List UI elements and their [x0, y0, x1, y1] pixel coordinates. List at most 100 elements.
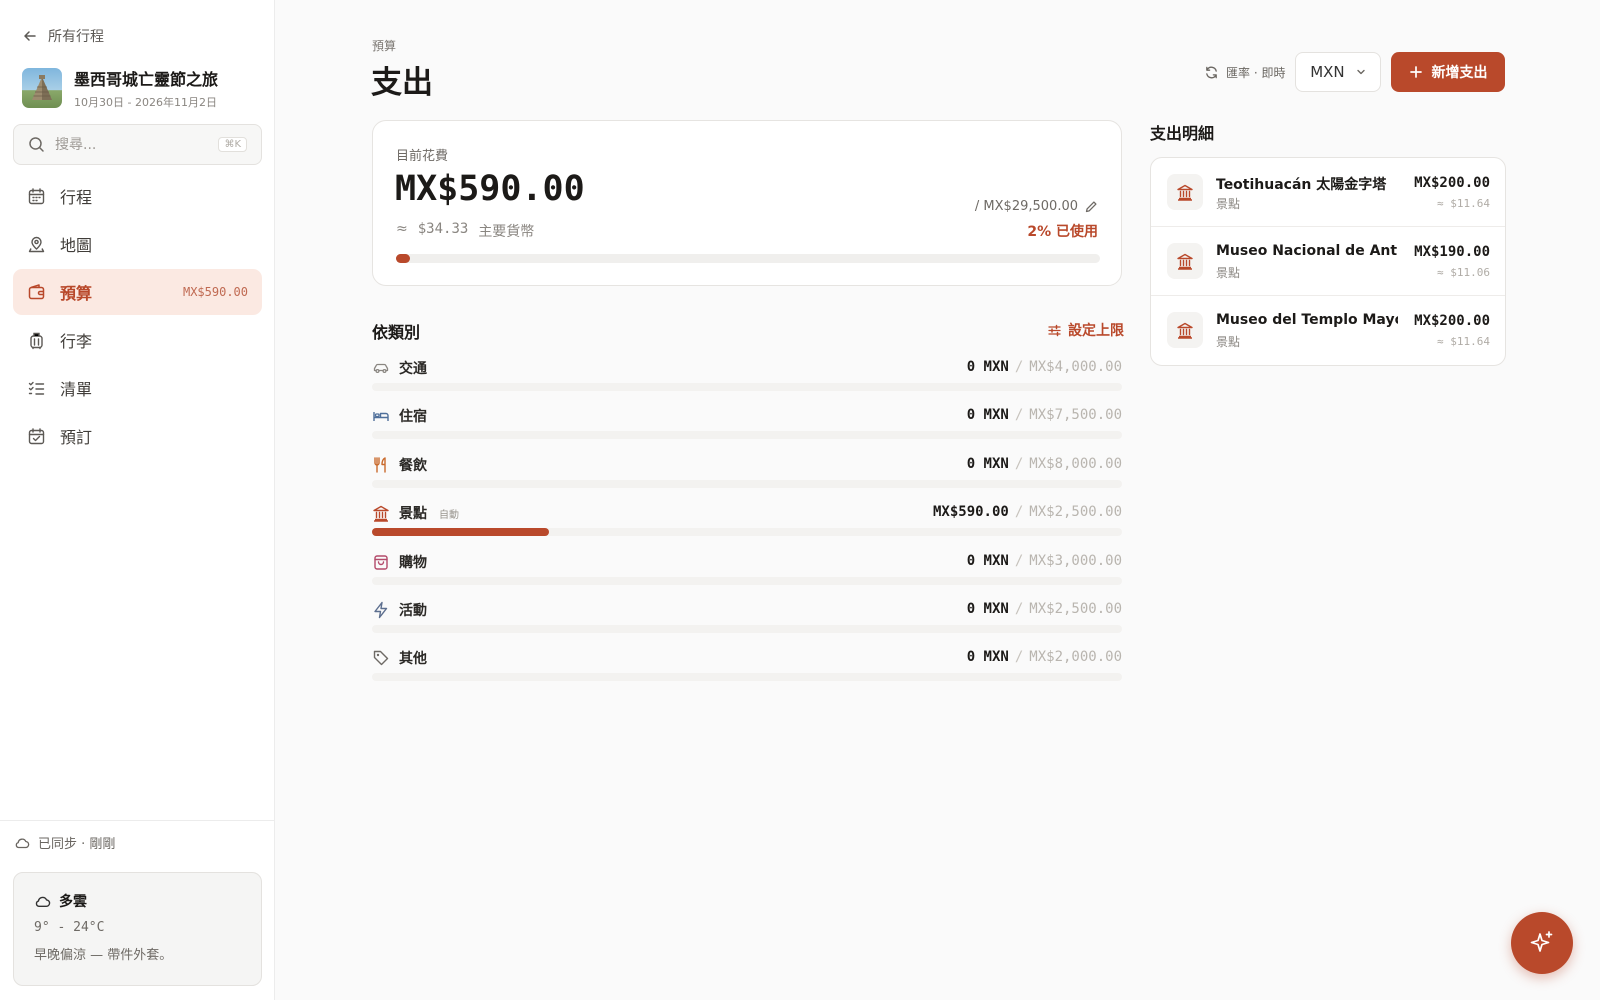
- expense-list: Teotihuacán 太陽金字塔 景點 MX$200.00 ≈ $11.64 …: [1150, 157, 1506, 366]
- category-row-dining[interactable]: 餐飲 0 MXN / MX$8,000.00: [372, 452, 1122, 500]
- checklist-icon: [28, 381, 45, 395]
- categories-heading: 依類別: [372, 323, 421, 342]
- category-spent: 0 MXN: [966, 407, 1009, 424]
- category-progress-track: [372, 528, 1122, 537]
- car-icon: [373, 363, 389, 374]
- add-expense-label: 新增支出: [1431, 65, 1488, 81]
- tag-icon: [373, 651, 389, 666]
- back-to-trips-link[interactable]: 所有行程: [22, 26, 104, 46]
- sidebar-item-label: 行程: [60, 188, 93, 207]
- category-row-other[interactable]: 其他 0 MXN / MX$2,000.00: [372, 645, 1122, 693]
- sparkles-icon: [1530, 931, 1553, 952]
- map-pin-icon: [28, 236, 45, 252]
- expense-converted: ≈ $11.64: [1437, 197, 1490, 210]
- sync-status: 已同步 · 剛剛: [0, 820, 275, 864]
- expense-name: Teotihuacán 太陽金字塔: [1216, 177, 1387, 193]
- category-progress-fill: [372, 528, 549, 537]
- add-expense-button[interactable]: 新增支出: [1391, 52, 1506, 92]
- category-spent: 0 MXN: [966, 600, 1009, 617]
- category-row-lodging[interactable]: 住宿 0 MXN / MX$7,500.00: [372, 403, 1122, 451]
- landmark-icon: [373, 505, 389, 522]
- sync-status-text: 已同步 · 剛剛: [38, 837, 116, 852]
- expense-name: Museo Nacional de Antropología: [1216, 243, 1398, 259]
- category-spent: 0 MXN: [966, 649, 1009, 666]
- back-label: 所有行程: [48, 29, 104, 45]
- expense-amount: MX$200.00: [1414, 175, 1490, 191]
- calendar-check-icon: [28, 427, 45, 444]
- converted-amount: ≈ $34.33 主要貨幣: [396, 221, 534, 241]
- category-limit: MX$2,500.00: [1029, 504, 1122, 521]
- current-spend-label: 目前花費: [396, 149, 449, 164]
- set-limit-button[interactable]: 設定上限: [1047, 320, 1124, 340]
- sliders-icon: [1048, 324, 1061, 336]
- trip-header: 墨西哥城亡靈節之旅 10月30日 - 2026年11月2日: [22, 66, 218, 110]
- refresh-icon: [1206, 66, 1217, 78]
- category-limit: MX$3,000.00: [1029, 552, 1122, 569]
- category-name: 其他: [399, 651, 427, 668]
- expense-item[interactable]: Museo del Templo Mayor 景點 MX$200.00 ≈ $1…: [1151, 296, 1505, 365]
- category-limit: MX$8,000.00: [1029, 455, 1122, 472]
- category-spent: 0 MXN: [966, 359, 1009, 375]
- page-title: 支出: [371, 65, 433, 101]
- bed-icon: [373, 412, 389, 422]
- current-spend-amount: MX$590.00: [395, 169, 585, 209]
- category-name: 購物: [399, 554, 427, 571]
- trip-title: 墨西哥城亡靈節之旅: [74, 70, 219, 89]
- category-limit: MX$2,500.00: [1029, 600, 1122, 617]
- category-name: 景點: [399, 506, 427, 523]
- luggage-icon: [30, 332, 43, 349]
- weather-card: 多雲 9° - 24°C 早晚偏涼 — 帶件外套。: [13, 872, 262, 986]
- sidebar-item-checklist[interactable]: 清單: [13, 365, 262, 411]
- edit-pencil-icon[interactable]: [1084, 200, 1098, 214]
- weather-note: 早晚偏涼 — 帶件外套。: [34, 948, 173, 963]
- sidebar-item-label: 行李: [60, 332, 93, 351]
- auto-tag: 自動: [439, 509, 459, 521]
- spending-summary-card: 目前花費 MX$590.00 ≈ $34.33 主要貨幣 / MX$29,500…: [372, 120, 1122, 286]
- expense-item[interactable]: Museo Nacional de Antropología 景點 MX$190…: [1151, 227, 1505, 296]
- budget-percent-used: 2% 已使用: [1027, 224, 1098, 240]
- search-icon: [29, 137, 44, 152]
- category-spent: MX$590.00: [932, 504, 1009, 521]
- expense-converted: ≈ $11.06: [1437, 266, 1490, 279]
- sidebar-nav: 行程 地圖 預算 MX$590.00 行李 清單 預訂: [13, 173, 262, 461]
- sidebar-item-label: 清單: [60, 380, 93, 399]
- budget-limit: / MX$29,500.00: [975, 199, 1098, 214]
- trip-thumbnail: [22, 68, 62, 108]
- sidebar-item-budget[interactable]: 預算 MX$590.00: [13, 269, 262, 315]
- converted-note: 主要貨幣: [478, 224, 535, 240]
- currency-select[interactable]: MXN: [1295, 52, 1382, 92]
- sidebar-item-label: 預訂: [60, 428, 93, 447]
- search-box[interactable]: ⌘K: [13, 124, 262, 165]
- chevron-down-icon: [1356, 69, 1365, 75]
- category-row-shopping[interactable]: 購物 0 MXN / MX$3,000.00: [372, 549, 1122, 597]
- category-row-attractions[interactable]: 景點 自動 MX$590.00/MX$2,500.00: [372, 500, 1122, 548]
- total-progress-track: [396, 254, 1100, 263]
- expense-category: 景點: [1216, 335, 1241, 349]
- set-limit-label: 設定上限: [1068, 323, 1124, 339]
- expense-item[interactable]: Teotihuacán 太陽金字塔 景點 MX$200.00 ≈ $11.64: [1151, 158, 1505, 227]
- exchange-rate-refresh[interactable]: 匯率 · 即時: [1204, 64, 1285, 81]
- sidebar: 所有行程 墨西哥城亡靈節之旅 10月30日 - 2026年11月2日 ⌘K 行程: [0, 0, 275, 1000]
- sidebar-item-luggage[interactable]: 行李: [13, 317, 262, 363]
- expense-amount: MX$190.00: [1414, 244, 1490, 260]
- ai-assistant-button[interactable]: [1511, 912, 1573, 974]
- landmark-icon: [1177, 322, 1193, 339]
- category-progress-track: [372, 479, 1122, 488]
- zap-icon: [374, 601, 388, 619]
- sidebar-item-map[interactable]: 地圖: [13, 221, 262, 267]
- category-progress-track: [372, 673, 1122, 682]
- category-row-activities[interactable]: 活動 0 MXN / MX$2,500.00: [372, 597, 1122, 645]
- search-input[interactable]: [55, 136, 205, 153]
- calendar-icon: [28, 187, 45, 204]
- sidebar-item-itinerary[interactable]: 行程: [13, 173, 262, 219]
- page-eyebrow: 預算: [372, 39, 397, 53]
- converted-value: $34.33: [417, 221, 469, 237]
- weather-condition: 多雲: [59, 894, 87, 910]
- category-limit: MX$7,500.00: [1029, 407, 1122, 424]
- trip-dates: 10月30日 - 2026年11月2日: [74, 96, 217, 109]
- cloud-icon: [35, 896, 51, 907]
- category-row-transport[interactable]: 交通 0 MXN / MX$4,000.00: [372, 355, 1122, 403]
- category-name: 餐飲: [399, 457, 427, 474]
- sidebar-item-bookings[interactable]: 預訂: [13, 413, 262, 459]
- category-progress-track: [372, 576, 1122, 585]
